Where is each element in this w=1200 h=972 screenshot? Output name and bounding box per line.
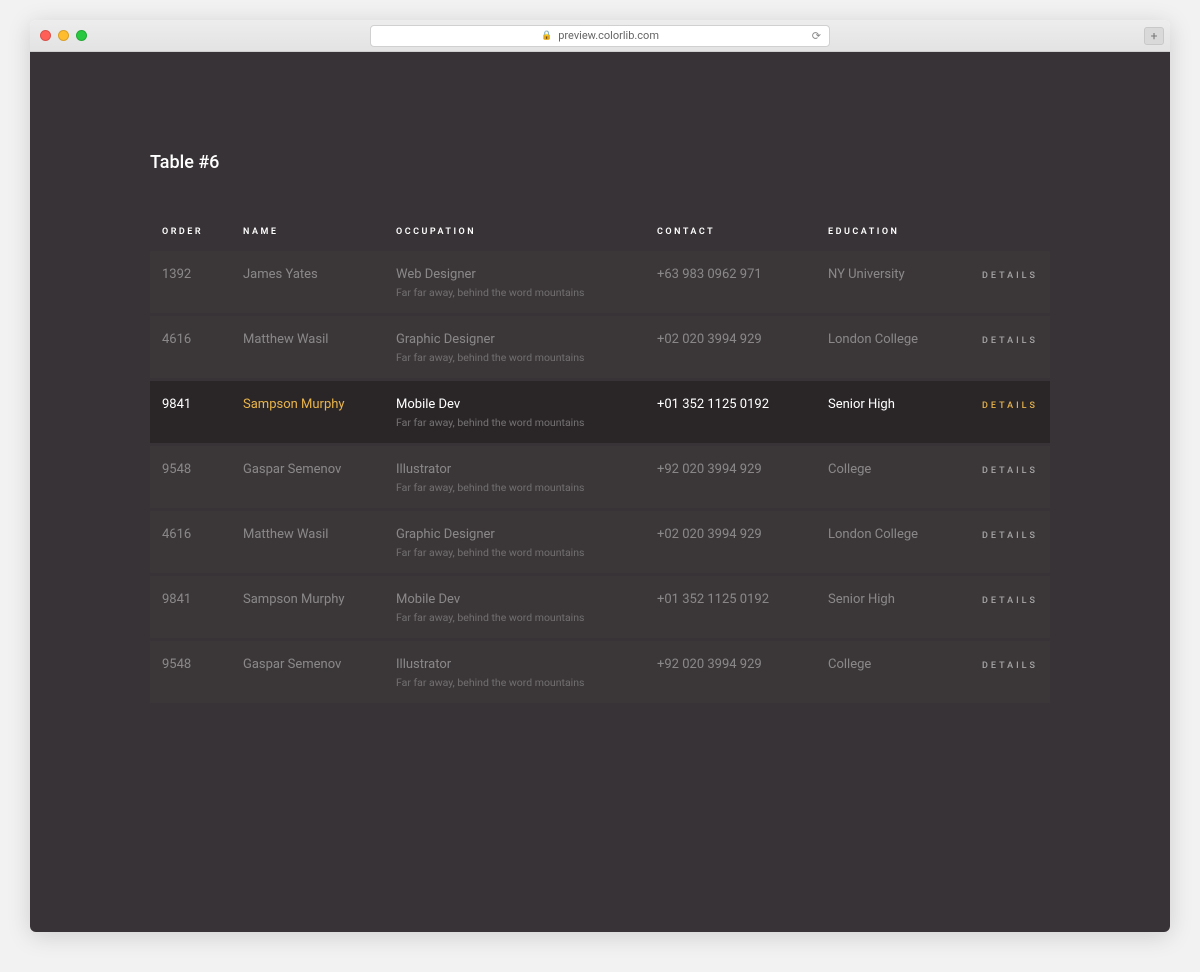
table-row[interactable]: 9841Sampson Murphy Mobile Dev Far far away… [150, 380, 1050, 445]
cell-details: Details [951, 510, 1050, 575]
table-row[interactable]: 4616Matthew Wasil Graphic Designer Far far… [150, 510, 1050, 575]
cell-details: Details [951, 251, 1050, 315]
cell-details: Details [951, 445, 1050, 510]
th-education: Education [816, 213, 951, 251]
th-contact: Contact [645, 213, 816, 251]
cell-order: 9548 [150, 445, 231, 510]
occupation-subtext: Far far away, behind the word mountains [396, 416, 633, 429]
cell-education: Senior High [816, 575, 951, 640]
window-minimize-button[interactable] [58, 30, 69, 41]
occupation-title: Graphic Designer [396, 527, 495, 542]
occupation-title: Illustrator [396, 462, 451, 477]
reload-icon[interactable]: ⟳ [812, 29, 821, 42]
cell-education: Senior High [816, 380, 951, 445]
cell-order: 9548 [150, 640, 231, 704]
table-body: 1392James Yates Web Designer Far far away,… [150, 251, 1050, 703]
traffic-lights [40, 30, 87, 41]
browser-window: 🔒 preview.colorlib.com ⟳ + Table #6 Orde… [30, 20, 1170, 932]
cell-order: 1392 [150, 251, 231, 315]
cell-occupation: Illustrator Far far away, behind the word… [384, 445, 645, 510]
occupation-title: Graphic Designer [396, 332, 495, 347]
table-row[interactable]: 9548Gaspar Semenov Illustrator Far far awa… [150, 445, 1050, 510]
cell-occupation: Graphic Designer Far far away, behind the… [384, 510, 645, 575]
page-title: Table #6 [150, 152, 1050, 173]
occupation-title: Mobile Dev [396, 397, 460, 412]
cell-name: Sampson Murphy [231, 575, 384, 640]
cell-occupation: Mobile Dev Far far away, behind the word … [384, 575, 645, 640]
occupation-title: Web Designer [396, 267, 476, 282]
details-button[interactable]: Details [982, 531, 1038, 541]
cell-contact: +02 020 3994 929 [645, 315, 816, 380]
th-details [951, 213, 1050, 251]
cell-occupation: Mobile Dev Far far away, behind the word … [384, 380, 645, 445]
cell-contact: +02 020 3994 929 [645, 510, 816, 575]
cell-education: London College [816, 315, 951, 380]
cell-order: 9841 [150, 380, 231, 445]
occupation-subtext: Far far away, behind the word mountains [396, 286, 633, 299]
cell-name: Gaspar Semenov [231, 640, 384, 704]
new-tab-button[interactable]: + [1144, 27, 1164, 45]
window-zoom-button[interactable] [76, 30, 87, 41]
table-row[interactable]: 4616Matthew Wasil Graphic Designer Far far… [150, 315, 1050, 380]
occupation-title: Mobile Dev [396, 592, 460, 607]
cell-details: Details [951, 380, 1050, 445]
cell-education: College [816, 640, 951, 704]
details-button[interactable]: Details [982, 661, 1038, 671]
cell-education: NY University [816, 251, 951, 315]
cell-occupation: Web Designer Far far away, behind the wor… [384, 251, 645, 315]
cell-education: College [816, 445, 951, 510]
cell-name: Sampson Murphy [231, 380, 384, 445]
table-header-row: Order Name Occupation Contact Education [150, 213, 1050, 251]
cell-name: James Yates [231, 251, 384, 315]
address-text: preview.colorlib.com [558, 29, 659, 42]
th-order: Order [150, 213, 231, 251]
cell-order: 4616 [150, 315, 231, 380]
table-row[interactable]: 9841Sampson Murphy Mobile Dev Far far away… [150, 575, 1050, 640]
browser-chrome: 🔒 preview.colorlib.com ⟳ + [30, 20, 1170, 52]
details-button[interactable]: Details [982, 401, 1038, 411]
lock-icon: 🔒 [541, 31, 552, 41]
occupation-subtext: Far far away, behind the word mountains [396, 351, 633, 364]
address-bar[interactable]: 🔒 preview.colorlib.com ⟳ [370, 25, 830, 47]
cell-contact: +01 352 1125 0192 [645, 575, 816, 640]
occupation-subtext: Far far away, behind the word mountains [396, 676, 633, 689]
cell-order: 9841 [150, 575, 231, 640]
cell-name: Gaspar Semenov [231, 445, 384, 510]
page-viewport: Table #6 Order Name Occupation Contact E… [30, 52, 1170, 932]
cell-details: Details [951, 640, 1050, 704]
table-row[interactable]: 9548Gaspar Semenov Illustrator Far far awa… [150, 640, 1050, 704]
details-button[interactable]: Details [982, 596, 1038, 606]
cell-contact: +01 352 1125 0192 [645, 380, 816, 445]
occupation-subtext: Far far away, behind the word mountains [396, 546, 633, 559]
details-button[interactable]: Details [982, 271, 1038, 281]
cell-occupation: Illustrator Far far away, behind the word… [384, 640, 645, 704]
th-name: Name [231, 213, 384, 251]
cell-name: Matthew Wasil [231, 510, 384, 575]
cell-name: Matthew Wasil [231, 315, 384, 380]
details-button[interactable]: Details [982, 466, 1038, 476]
details-button[interactable]: Details [982, 336, 1038, 346]
cell-details: Details [951, 315, 1050, 380]
cell-details: Details [951, 575, 1050, 640]
cell-contact: +92 020 3994 929 [645, 640, 816, 704]
data-table: Order Name Occupation Contact Education … [150, 213, 1050, 703]
cell-contact: +92 020 3994 929 [645, 445, 816, 510]
cell-education: London College [816, 510, 951, 575]
table-row[interactable]: 1392James Yates Web Designer Far far away,… [150, 251, 1050, 315]
window-close-button[interactable] [40, 30, 51, 41]
cell-order: 4616 [150, 510, 231, 575]
cell-occupation: Graphic Designer Far far away, behind the… [384, 315, 645, 380]
cell-contact: +63 983 0962 971 [645, 251, 816, 315]
occupation-subtext: Far far away, behind the word mountains [396, 611, 633, 624]
occupation-subtext: Far far away, behind the word mountains [396, 481, 633, 494]
th-occupation: Occupation [384, 213, 645, 251]
occupation-title: Illustrator [396, 657, 451, 672]
